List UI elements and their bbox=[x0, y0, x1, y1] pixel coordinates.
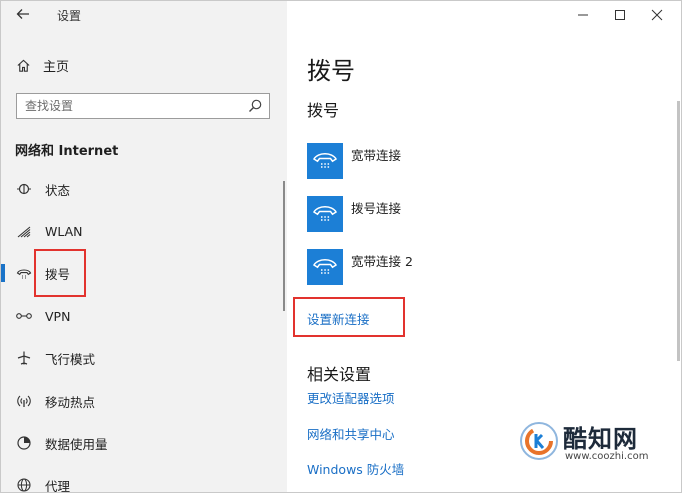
sidebar-item-proxy[interactable]: 代理 bbox=[1, 468, 287, 493]
sidebar-item-label: 代理 bbox=[45, 478, 71, 493]
highlight-box-sidebar bbox=[34, 249, 86, 297]
window-title: 设置 bbox=[57, 9, 82, 23]
connection-label: 宽带连接 bbox=[351, 148, 402, 163]
wifi-icon bbox=[15, 222, 33, 240]
vpn-icon bbox=[15, 307, 33, 325]
connection-label: 宽带连接 2 bbox=[351, 254, 413, 269]
highlight-box-setup-link bbox=[293, 297, 405, 337]
settings-window: 设置 主页 网络和 Internet 状态 WLAN bbox=[0, 0, 682, 493]
hotspot-icon bbox=[15, 392, 33, 410]
sidebar-item-label: 飞行模式 bbox=[45, 351, 96, 367]
sidebar-item-home[interactable]: 主页 bbox=[15, 55, 255, 75]
title-bar-left: 设置 bbox=[1, 1, 287, 33]
close-icon[interactable] bbox=[649, 7, 665, 23]
sidebar: 设置 主页 网络和 Internet 状态 WLAN bbox=[1, 1, 287, 492]
connection-label: 拨号连接 bbox=[351, 201, 402, 216]
related-settings-title: 相关设置 bbox=[307, 365, 372, 384]
sidebar-item-wlan[interactable]: WLAN bbox=[1, 214, 287, 248]
dialup-icon bbox=[15, 264, 33, 282]
sidebar-section-title: 网络和 Internet bbox=[15, 144, 119, 159]
sidebar-item-label: WLAN bbox=[45, 223, 83, 239]
search-input[interactable] bbox=[25, 97, 235, 115]
back-arrow-icon[interactable] bbox=[15, 6, 33, 24]
connection-item[interactable]: 宽带连接 2 bbox=[307, 249, 547, 289]
search-box[interactable] bbox=[16, 93, 270, 119]
sidebar-scrollbar[interactable] bbox=[283, 181, 285, 311]
section-title: 拨号 bbox=[307, 101, 340, 120]
connection-item[interactable]: 拨号连接 bbox=[307, 196, 547, 236]
dialup-connection-icon bbox=[307, 249, 343, 285]
coozhi-logo-icon bbox=[520, 422, 558, 460]
dialup-connection-icon bbox=[307, 196, 343, 232]
sidebar-item-label: 移动热点 bbox=[45, 394, 96, 410]
home-label: 主页 bbox=[43, 59, 70, 75]
sidebar-item-label: 状态 bbox=[45, 182, 71, 198]
sidebar-item-airplane[interactable]: 飞行模式 bbox=[1, 341, 287, 375]
watermark: 酷知网 www.coozhi.com bbox=[515, 417, 675, 471]
connection-item[interactable]: 宽带连接 bbox=[307, 143, 547, 183]
data-usage-icon bbox=[15, 434, 33, 452]
sidebar-item-label: 数据使用量 bbox=[45, 436, 108, 452]
globe-icon bbox=[15, 476, 33, 492]
related-link-sharing-center[interactable]: 网络和共享中心 bbox=[307, 424, 395, 443]
page-title: 拨号 bbox=[307, 57, 355, 85]
search-icon[interactable] bbox=[247, 98, 263, 114]
airplane-icon bbox=[15, 349, 33, 367]
sidebar-item-label: VPN bbox=[45, 308, 71, 324]
watermark-name: 酷知网 bbox=[563, 425, 638, 453]
sidebar-item-hotspot[interactable]: 移动热点 bbox=[1, 384, 287, 418]
maximize-icon[interactable] bbox=[612, 7, 628, 23]
sidebar-item-data-usage[interactable]: 数据使用量 bbox=[1, 426, 287, 460]
sidebar-item-status[interactable]: 状态 bbox=[1, 172, 287, 206]
main-scrollbar[interactable] bbox=[677, 101, 680, 361]
watermark-url: www.coozhi.com bbox=[565, 451, 649, 462]
sidebar-item-vpn[interactable]: VPN bbox=[1, 299, 287, 333]
dialup-connection-icon bbox=[307, 143, 343, 179]
minimize-icon[interactable] bbox=[575, 7, 591, 23]
home-icon bbox=[15, 57, 31, 73]
related-link-firewall[interactable]: Windows 防火墙 bbox=[307, 459, 404, 478]
status-icon bbox=[15, 180, 33, 198]
related-link-adapter-options[interactable]: 更改适配器选项 bbox=[307, 388, 395, 407]
active-indicator bbox=[1, 264, 5, 282]
